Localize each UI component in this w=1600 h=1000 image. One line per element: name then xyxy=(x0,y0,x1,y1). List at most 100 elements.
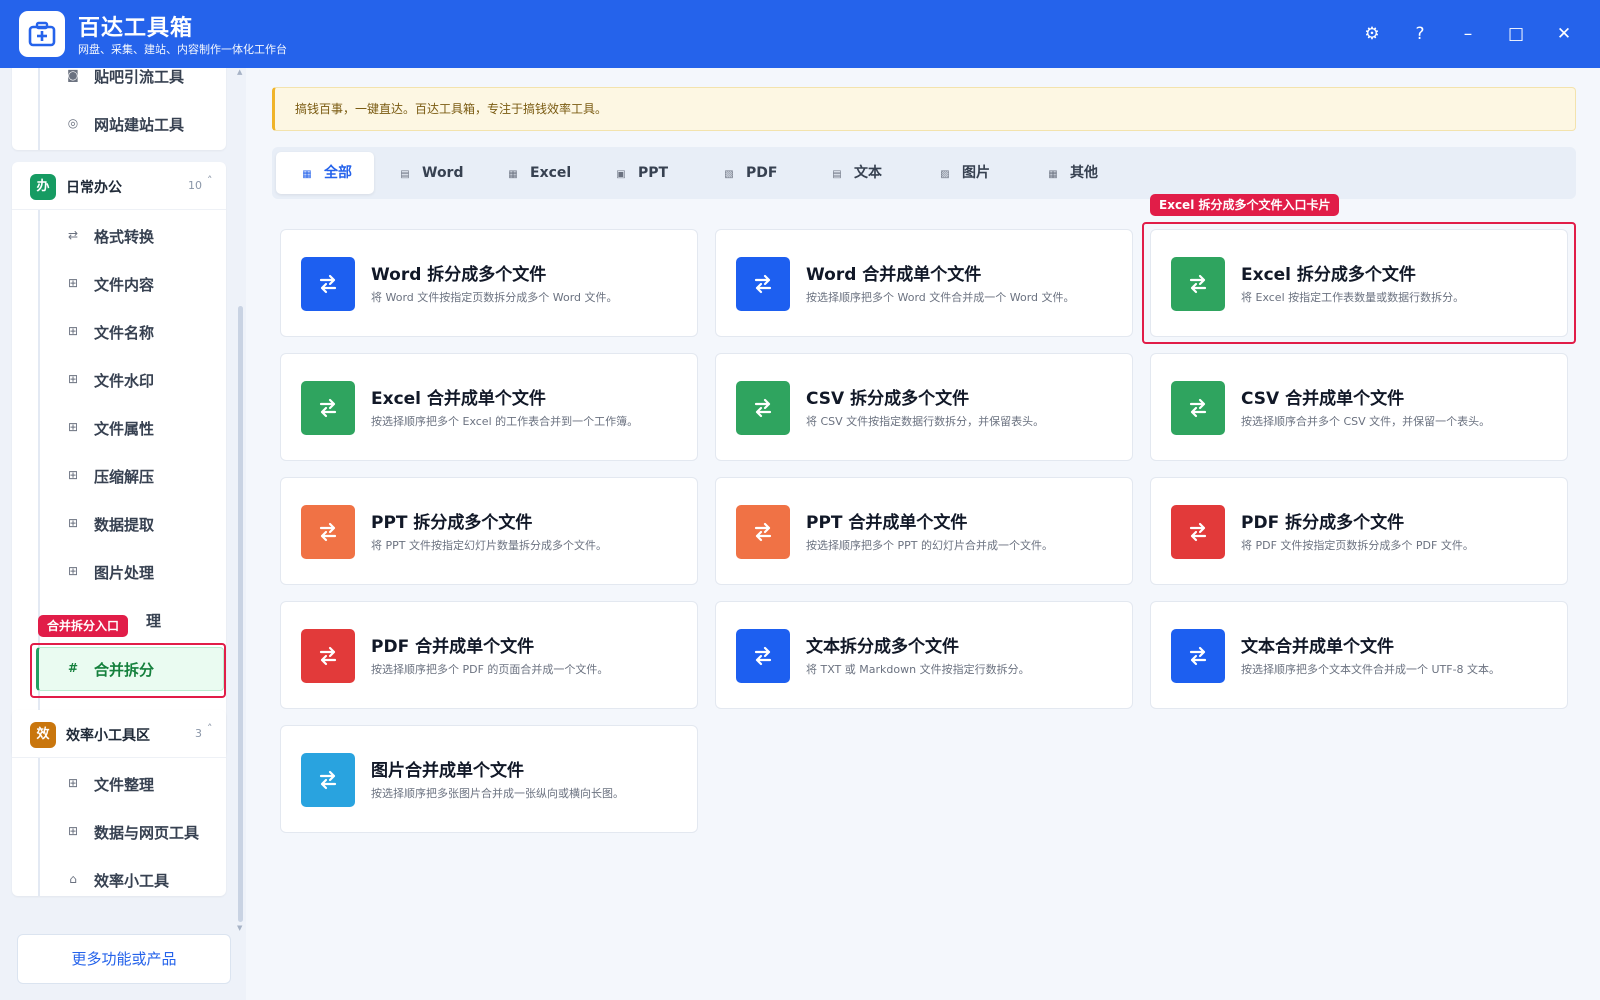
sidebar-item-label: 文件属性 xyxy=(94,420,155,438)
settings-icon[interactable]: ⚙ xyxy=(1358,20,1386,48)
title-bar: 百达工具箱 网盘、采集、建站、内容制作一体化工作台 ⚙ ? – □ ✕ xyxy=(0,0,1600,68)
sidebar-item-watermark[interactable]: ⊞ 文件水印 xyxy=(36,360,216,400)
tool-card-description: 将 PDF 文件按指定页数拆分成多个 PDF 文件。 xyxy=(1241,539,1474,552)
sidebar-item-label: 文件水印 xyxy=(94,372,155,390)
scroll-down-icon[interactable]: ▼ xyxy=(237,924,242,932)
sidebar-item-label: 贴吧引流工具 xyxy=(94,68,185,86)
maximize-icon[interactable]: □ xyxy=(1502,20,1530,48)
tool-card-description: 按选择顺序把多个 PPT 的幻灯片合并成一个文件。 xyxy=(806,539,1053,552)
group-title: 日常办公 xyxy=(66,180,122,196)
tab-excel[interactable]: ▦ Excel xyxy=(492,152,588,194)
sidebar-item-file-attributes[interactable]: ⊞ 文件属性 xyxy=(36,408,216,448)
sidebar-item-website[interactable]: ◎ 网站建站工具 xyxy=(36,104,216,144)
sidebar-item-format-convert[interactable]: ⇄ 格式转换 xyxy=(36,216,216,256)
app-subtitle: 网盘、采集、建站、内容制作一体化工作台 xyxy=(78,43,287,56)
tool-card[interactable]: 文本合并成单个文件 按选择顺序把多个文本文件合并成一个 UTF-8 文本。 xyxy=(1150,601,1568,709)
sidebar-item-file-name[interactable]: ⊞ 文件名称 xyxy=(36,312,216,352)
globe-icon: ◎ xyxy=(67,116,79,130)
tool-card[interactable]: Word 合并成单个文件 按选择顺序把多个 Word 文件合并成一个 Word 文… xyxy=(715,229,1133,337)
notice-banner: 搞钱百事，一键直达。百达工具箱，专注于搞钱效率工具。 xyxy=(272,87,1576,131)
sidebar-item-label: 数据与网页工具 xyxy=(94,824,200,842)
swap-arrows-icon xyxy=(1171,629,1225,683)
sidebar-item-data-web[interactable]: ⊞ 数据与网页工具 xyxy=(36,812,216,852)
tab-word[interactable]: ▤ Word xyxy=(384,152,480,194)
chevron-up-icon[interactable]: ˄ xyxy=(207,722,213,735)
swap-arrows-icon xyxy=(1171,381,1225,435)
group-badge: 效 xyxy=(30,722,56,748)
sidebar-item-label: 理 xyxy=(146,612,162,630)
minimize-icon[interactable]: – xyxy=(1454,20,1482,48)
image-icon: ▨ xyxy=(940,169,950,180)
sidebar-item-label: 网站建站工具 xyxy=(94,116,185,134)
grid-icon: ⊞ xyxy=(67,468,79,482)
tool-card-title: Word 拆分成多个文件 xyxy=(371,265,547,285)
group-header-daily-office[interactable]: 办 日常办公 10 ˄ xyxy=(12,162,226,210)
tool-card-description: 将 PPT 文件按指定幻灯片数量拆分成多个文件。 xyxy=(371,539,607,552)
tool-card-description: 将 Word 文件按指定页数拆分成多个 Word 文件。 xyxy=(371,291,618,304)
group-header-efficiency[interactable]: 效 效率小工具区 3 ˄ xyxy=(12,710,226,758)
tool-card[interactable]: PDF 拆分成多个文件将 PDF 文件按指定页数拆分成多个 PDF 文件。 xyxy=(1150,477,1568,585)
grid-icon: ⊞ xyxy=(67,776,79,790)
tab-text[interactable]: ▤ 文本 xyxy=(816,152,912,194)
highlight-box-excel-split xyxy=(1142,222,1576,344)
scroll-up-icon[interactable]: ▲ xyxy=(237,68,242,76)
swap-arrows-icon xyxy=(736,505,790,559)
swap-arrows-icon xyxy=(301,257,355,311)
group-badge: 办 xyxy=(30,174,56,200)
swap-arrows-icon xyxy=(1171,505,1225,559)
highlight-box-merge-split xyxy=(30,643,226,698)
sidebar-item-efficiency-tools[interactable]: ⌂ 效率小工具 xyxy=(36,860,216,900)
swap-arrows-icon xyxy=(736,257,790,311)
tool-card-description: 按选择顺序把多个 Word 文件合并成一个 Word 文件。 xyxy=(806,291,1075,304)
toolbox-icon: ⌂ xyxy=(69,872,77,886)
sidebar-item-file-organize[interactable]: ⊞ 文件整理 xyxy=(36,764,216,804)
tool-card-title: PPT 合并成单个文件 xyxy=(806,513,968,533)
doc-icon: ▤ xyxy=(400,169,410,180)
tab-all[interactable]: ▦ 全部 xyxy=(276,152,374,194)
sidebar-item-file-content[interactable]: ⊞ 文件内容 xyxy=(36,264,216,304)
tab-pdf[interactable]: ▧ PDF xyxy=(708,152,804,194)
tab-image[interactable]: ▨ 图片 xyxy=(924,152,1020,194)
grid-icon: ▦ xyxy=(1048,169,1058,180)
grid-icon: ▦ xyxy=(302,169,312,180)
sidebar-item-data-extract[interactable]: ⊞ 数据提取 xyxy=(36,504,216,544)
tab-other[interactable]: ▦ 其他 xyxy=(1032,152,1128,194)
chevron-up-icon[interactable]: ˄ xyxy=(207,174,213,187)
sidebar-item-label: 文件名称 xyxy=(94,324,155,342)
tool-card[interactable]: Word 拆分成多个文件将 Word 文件按指定页数拆分成多个 Word 文件。 xyxy=(280,229,698,337)
grid-icon: ⊞ xyxy=(67,564,79,578)
pdf-icon: ▧ xyxy=(724,169,734,180)
tool-card[interactable]: CSV 拆分成多个文件将 CSV 文件按指定数据行数拆分，并保留表头。 xyxy=(715,353,1133,461)
more-products-button[interactable]: 更多功能或产品 xyxy=(17,934,231,984)
sidebar-item-label: 文件整理 xyxy=(94,776,155,794)
tool-card-description: 按选择顺序合并多个 CSV 文件，并保留一个表头。 xyxy=(1241,415,1491,428)
tool-card-title: 图片合并成单个文件 xyxy=(371,761,524,781)
tool-card[interactable]: 图片合并成单个文件 按选择顺序把多张图片合并成一张纵向或横向长图。 xyxy=(280,725,698,833)
tool-card[interactable]: PDF 合并成单个文件 按选择顺序把多个 PDF 的页面合并成一个文件。 xyxy=(280,601,698,709)
sidebar-item-label: 格式转换 xyxy=(94,228,155,246)
tool-card-description: 按选择顺序把多个文本文件合并成一个 UTF-8 文本。 xyxy=(1241,663,1501,676)
tool-card-description: 按选择顺序把多个 PDF 的页面合并成一个文件。 xyxy=(371,663,609,676)
tool-card-title: PPT 拆分成多个文件 xyxy=(371,513,533,533)
tool-card[interactable]: PPT 拆分成多个文件将 PPT 文件按指定幻灯片数量拆分成多个文件。 xyxy=(280,477,698,585)
sidebar-item-tieba[interactable]: ◙ 贴吧引流工具 xyxy=(36,68,216,96)
tool-card-title: Excel 合并成单个文件 xyxy=(371,389,546,409)
tool-card[interactable]: CSV 合并成单个文件 按选择顺序合并多个 CSV 文件，并保留一个表头。 xyxy=(1150,353,1568,461)
sidebar-scrollbar[interactable] xyxy=(238,306,243,922)
sidebar-item-label: 数据提取 xyxy=(94,516,155,534)
swap-arrows-icon xyxy=(301,753,355,807)
annotation-tag-excel-split: Excel 拆分成多个文件入口卡片 xyxy=(1150,194,1340,216)
grid-icon: ⊞ xyxy=(67,324,79,338)
tool-card[interactable]: 文本拆分成多个文件将 TXT 或 Markdown 文件按指定行数拆分。 xyxy=(715,601,1133,709)
tool-card[interactable]: PPT 合并成单个文件按选择顺序把多个 PPT 的幻灯片合并成一个文件。 xyxy=(715,477,1133,585)
tab-ppt[interactable]: ▣ PPT xyxy=(600,152,696,194)
tool-card[interactable]: Excel 合并成单个文件 按选择顺序把多个 Excel 的工作表合并到一个工作簿… xyxy=(280,353,698,461)
sheet-icon: ▦ xyxy=(508,169,518,180)
help-icon[interactable]: ? xyxy=(1406,20,1434,48)
close-icon[interactable]: ✕ xyxy=(1550,20,1578,48)
text-icon: ▤ xyxy=(832,169,842,180)
grid-icon: ⊞ xyxy=(67,420,79,434)
sidebar-item-image-process[interactable]: ⊞ 图片处理 xyxy=(36,552,216,592)
swap-arrows-icon xyxy=(301,629,355,683)
sidebar-item-compress[interactable]: ⊞ 压缩解压 xyxy=(36,456,216,496)
